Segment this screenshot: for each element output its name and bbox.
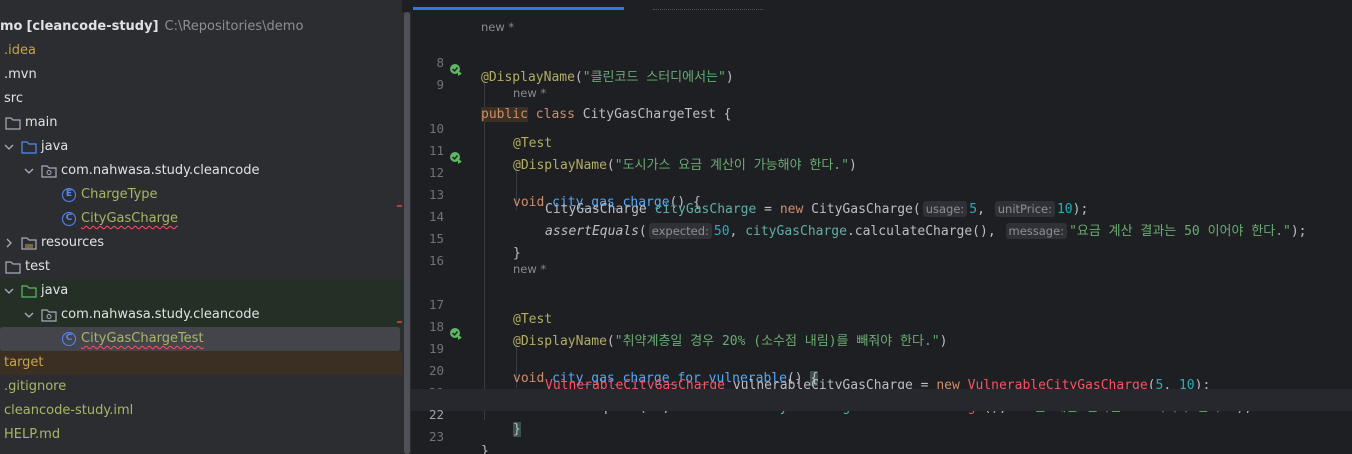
tree-item-label: resources (41, 235, 105, 250)
code-line-17[interactable]: 17 @Test (411, 279, 1352, 327)
test-folder-icon (21, 285, 37, 298)
tree-item-label: java (41, 283, 69, 298)
tab-inactive-indicator[interactable] (653, 9, 763, 10)
tree-item-resources[interactable]: resources (0, 231, 402, 255)
chevron-down-icon[interactable] (3, 285, 15, 297)
tree-scrollbar[interactable] (402, 12, 411, 454)
tree-item-java-test[interactable]: java (0, 279, 402, 303)
code-line-16[interactable]: 16 (411, 235, 1352, 268)
tree-root[interactable]: mo [cleancode-study] C:\Repositories\dem… (0, 15, 402, 39)
package-icon (41, 165, 57, 178)
class-icon: C (62, 212, 76, 226)
code-line-13[interactable]: 13 CityGasCharge cityGasCharge = new Cit… (411, 169, 1352, 217)
tree-item-citygascharge[interactable]: C CityGasCharge (0, 207, 402, 231)
code-line-12[interactable]: 12 void city_gas_charge() { (411, 147, 1352, 210)
code-line-19[interactable]: 19 void city_gas_charge_for_vulnerable()… (411, 323, 1352, 386)
code-line-8[interactable]: 8 @DisplayName("클린코드 스터디에서는") (411, 37, 1352, 85)
chevron-down-icon[interactable] (23, 165, 35, 177)
package-icon (41, 309, 57, 322)
tree-item-label: .mvn (4, 67, 37, 82)
chevron-down-icon[interactable] (3, 141, 15, 153)
tree-item-label: com.nahwasa.study.cleancode (61, 307, 260, 322)
tree-item-label: .idea (4, 43, 36, 58)
resources-folder-icon (21, 237, 37, 250)
code-line-20[interactable]: 20 VulnerableCityGasCharge vulnerableCit… (411, 345, 1352, 393)
tree-item-label: test (25, 259, 50, 274)
tree-item-label: ChargeType (81, 187, 158, 202)
usage-hint[interactable]: new * (411, 16, 1352, 38)
class-icon: C (62, 332, 76, 346)
tree-item-help[interactable]: HELP.md (0, 423, 402, 447)
folder-icon (5, 117, 21, 130)
tree-item-label: com.nahwasa.study.cleancode (61, 163, 260, 178)
editor-tabs (411, 0, 1352, 12)
tree-item-test[interactable]: test (0, 255, 402, 279)
tree-item-main[interactable]: main (0, 111, 402, 135)
tree-item-gitignore[interactable]: .gitignore (0, 375, 402, 399)
line-number: 23 (428, 429, 444, 444)
tree-item-label: CityGasCharge (81, 211, 178, 226)
tree-item-package-main[interactable]: com.nahwasa.study.cleancode (0, 159, 402, 183)
tree-item-label: cleancode-study.iml (4, 403, 134, 418)
tree-item-package-test[interactable]: com.nahwasa.study.cleancode (0, 303, 402, 327)
tree-item-citygaschargetest[interactable]: C CityGasChargeTest (0, 327, 400, 351)
usage-hint[interactable]: new * (411, 258, 1352, 280)
root-path: C:\Repositories\demo (164, 19, 304, 34)
root-module: [cleancode-study] (26, 19, 159, 34)
chevron-down-icon[interactable] (23, 309, 35, 321)
code-line-23[interactable]: 23 } (411, 411, 1352, 454)
tree-item-label: java (41, 139, 69, 154)
code-line-15[interactable]: 15 } (411, 213, 1352, 261)
hint-new[interactable]: new * (481, 16, 514, 38)
chevron-right-icon[interactable] (3, 237, 15, 249)
tree-item-label: main (25, 115, 58, 130)
project-tree: mo [cleancode-study] C:\Repositories\dem… (0, 0, 402, 454)
code-line-22[interactable]: 22 } (411, 389, 1352, 437)
tree-item-idea[interactable]: .idea (0, 39, 402, 63)
code-line-10[interactable]: 10 @Test (411, 103, 1352, 151)
tree-item-label: HELP.md (4, 427, 61, 442)
tree-item-label: CityGasChargeTest (81, 331, 204, 346)
tree-item-label: src (4, 91, 23, 106)
scrollbar-thumb[interactable] (404, 12, 410, 454)
folder-icon (5, 261, 21, 274)
code-line-18[interactable]: 18 @DisplayName("취약계층일 경우 20% (소수점 내림)를 … (411, 301, 1352, 349)
tree-item-java-main[interactable]: java (0, 135, 402, 159)
tree-item-target[interactable]: target (0, 351, 402, 375)
tree-item-mvn[interactable]: .mvn (0, 63, 402, 87)
code-line-14[interactable]: 14 assertEquals(expected: 50, cityGasChar… (411, 191, 1352, 239)
tree-item-iml[interactable]: cleancode-study.iml (0, 399, 402, 423)
code-text: } (481, 444, 489, 454)
code-editor[interactable]: new * 8 @DisplayName("클린코드 스터디에서는") 9 pu… (411, 0, 1352, 454)
code-line-21[interactable]: 21 assertEquals(40, vulnerableCityGasCha… (411, 367, 1352, 415)
tree-item-label: .gitignore (4, 379, 67, 394)
tree-item-chargetype[interactable]: E ChargeType (0, 183, 402, 207)
tree-item-src[interactable]: src (0, 87, 402, 111)
tab-active-indicator[interactable] (413, 7, 624, 10)
hint-new[interactable]: new * (513, 82, 546, 104)
run-test-icon[interactable] (449, 151, 463, 165)
source-folder-icon (21, 141, 37, 154)
root-name: mo (0, 19, 23, 34)
run-test-icon[interactable] (449, 63, 463, 77)
code-line-9[interactable]: 9 public class CityGasChargeTest { (411, 59, 1352, 122)
enum-icon: E (62, 188, 76, 202)
run-test-icon[interactable] (449, 327, 463, 341)
tree-item-label: target (4, 355, 44, 370)
hint-new[interactable]: new * (513, 258, 546, 280)
code-line-11[interactable]: 11 @DisplayName("도시가스 요금 계산이 가능해야 한다.") (411, 125, 1352, 173)
usage-hint[interactable]: new * (411, 82, 1352, 104)
